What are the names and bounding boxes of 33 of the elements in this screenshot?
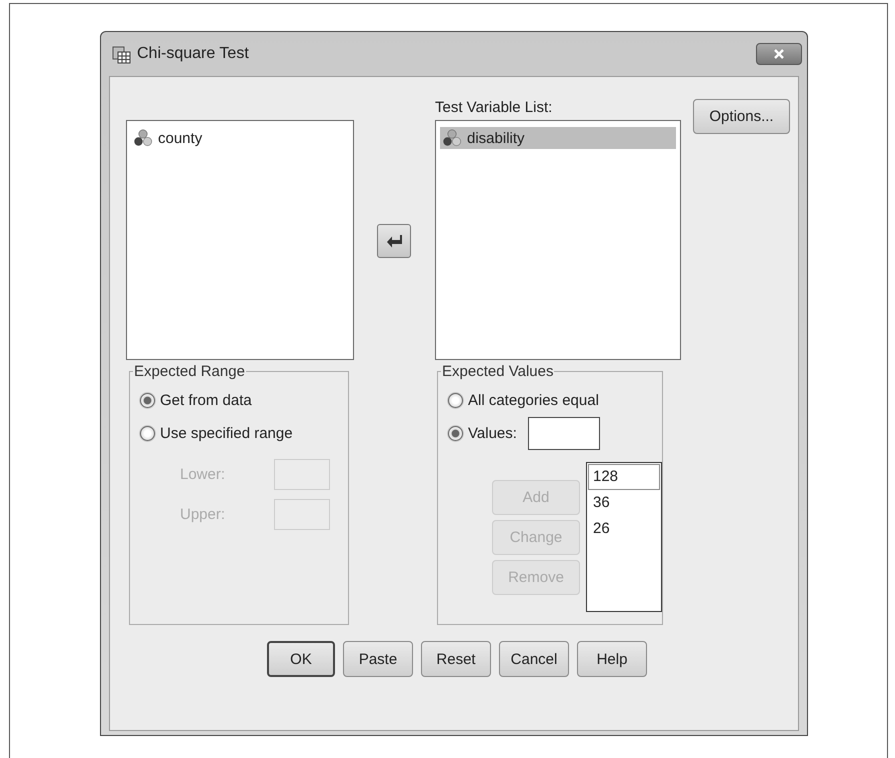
radio-label[interactable]: Use specified range [160, 425, 293, 442]
dialog-button[interactable]: Reset [421, 641, 491, 677]
value-item[interactable]: 128 [588, 464, 660, 490]
table-icon [111, 44, 131, 64]
list-label: Test Variable List: [435, 99, 554, 118]
radio-button[interactable] [140, 393, 155, 408]
options-button[interactable]: Options... [693, 99, 790, 134]
close-button[interactable] [756, 43, 802, 65]
group-title: Expected Range [133, 363, 246, 380]
dialog-button[interactable]: Help [577, 641, 647, 677]
variable-item[interactable]: disability [440, 127, 676, 149]
move-button[interactable] [377, 224, 411, 258]
value-item[interactable]: 36 [588, 490, 660, 516]
radio-button[interactable] [448, 426, 463, 441]
radio-label[interactable]: Values: [468, 425, 517, 442]
field-label: Upper: [180, 506, 226, 522]
circles-icon [442, 129, 462, 147]
radio-label[interactable]: All categories equal [468, 392, 599, 409]
input-field[interactable] [528, 417, 600, 450]
radio-button[interactable] [140, 426, 155, 441]
dialog-button[interactable]: Paste [343, 641, 413, 677]
dialog-button[interactable]: OK [267, 641, 335, 677]
radio-label[interactable]: Get from data [160, 392, 252, 409]
circles-icon [133, 129, 153, 147]
arrow-icon [386, 234, 402, 248]
group-title: Expected Values [441, 363, 554, 380]
close-icon [772, 49, 786, 59]
variable-item[interactable]: county [131, 127, 349, 149]
value-item[interactable]: 26 [588, 516, 660, 542]
radio-button[interactable] [448, 393, 463, 408]
dialog-button[interactable]: Cancel [499, 641, 569, 677]
window-title: Chi-square Test [137, 45, 250, 63]
field-label: Lower: [180, 466, 226, 482]
